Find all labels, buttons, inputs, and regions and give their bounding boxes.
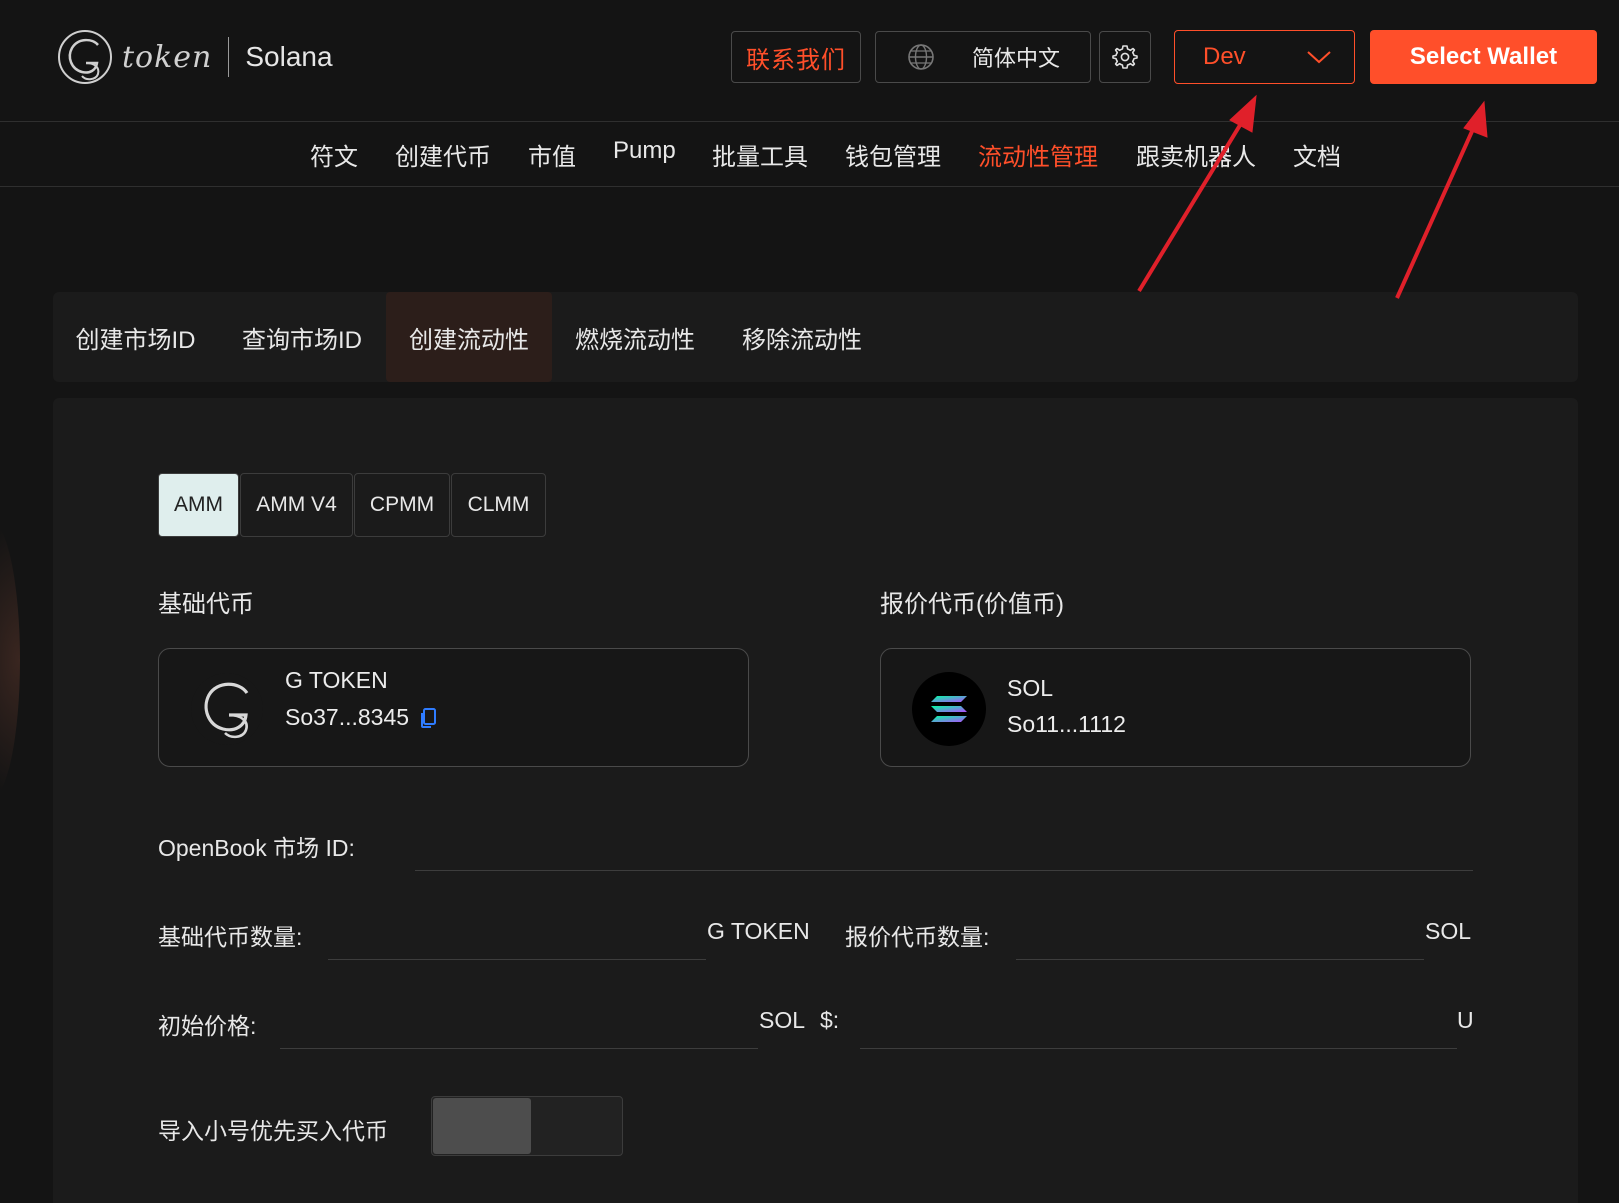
- tab-burn-liquidity[interactable]: 燃烧流动性: [552, 292, 718, 382]
- base-token-label: 基础代币: [158, 591, 254, 618]
- liquidity-subtabs: 创建市场ID 查询市场ID 创建流动性 燃烧流动性 移除流动性: [53, 292, 1578, 382]
- pool-type-selector: AMM AMM V4 CPMM CLMM: [158, 473, 547, 537]
- nav-item-copy-sell-bot[interactable]: 跟卖机器人: [1136, 137, 1256, 172]
- nav-item-create-token[interactable]: 创建代币: [395, 137, 491, 172]
- base-token-address-row: So37...8345: [285, 704, 437, 731]
- tab-remove-liquidity[interactable]: 移除流动性: [719, 292, 885, 382]
- chevron-down-icon: [1307, 51, 1331, 64]
- copy-icon[interactable]: [419, 707, 437, 729]
- logo-divider: [228, 37, 230, 77]
- initial-price-input[interactable]: [280, 1005, 758, 1049]
- nav-item-wallet-management[interactable]: 钱包管理: [845, 137, 941, 172]
- base-amount-unit: G TOKEN: [707, 918, 810, 944]
- quote-token-address: So11...1112: [1007, 711, 1126, 737]
- quote-token-name: SOL: [1007, 675, 1054, 701]
- pool-type-amm-v4[interactable]: AMM V4: [240, 473, 353, 537]
- nav-item-docs[interactable]: 文档: [1293, 137, 1341, 172]
- quote-amount-input[interactable]: [1016, 916, 1424, 960]
- nav-item-pump[interactable]: Pump: [613, 137, 676, 165]
- usd-price-unit: U: [1457, 1007, 1474, 1033]
- base-token-name: G TOKEN: [285, 667, 388, 693]
- market-id-label: OpenBook 市场 ID:: [158, 835, 355, 861]
- pool-type-amm[interactable]: AMM: [158, 473, 239, 537]
- language-label: 简体中文: [972, 46, 1061, 71]
- logo[interactable]: token Solana: [56, 28, 333, 86]
- contact-us-button[interactable]: 联系我们: [731, 31, 861, 83]
- initial-price-label: 初始价格:: [158, 1013, 257, 1039]
- language-selector[interactable]: 简体中文: [875, 31, 1091, 83]
- base-token-selector[interactable]: G TOKEN So37...8345: [158, 648, 749, 767]
- main-nav: 符文 创建代币 市值 Pump 批量工具 钱包管理 流动性管理 跟卖机器人 文档: [0, 122, 1619, 187]
- g-token-icon: [191, 673, 263, 745]
- quote-amount-label: 报价代币数量:: [845, 924, 990, 950]
- base-amount-input[interactable]: [328, 916, 706, 960]
- nav-item-market-cap[interactable]: 市值: [528, 137, 576, 172]
- tab-create-market-id[interactable]: 创建市场ID: [53, 292, 218, 382]
- settings-button[interactable]: [1099, 31, 1151, 83]
- gear-icon: [1112, 45, 1138, 69]
- quote-amount-unit: SOL: [1425, 918, 1472, 944]
- quote-token-address-row: So11...1112: [1007, 711, 1126, 738]
- market-id-input[interactable]: [415, 827, 1473, 871]
- background-glow: [0, 520, 20, 800]
- nav-item-batch-tools[interactable]: 批量工具: [712, 137, 808, 172]
- chain-name: Solana: [245, 41, 333, 72]
- pool-type-clmm[interactable]: CLMM: [451, 473, 546, 537]
- quote-token-selector[interactable]: SOL So11...1112: [880, 648, 1471, 767]
- priority-buy-label: 导入小号优先买入代币: [158, 1118, 388, 1144]
- quote-token-label: 报价代币(价值币): [880, 591, 1064, 618]
- usd-price-input[interactable]: [860, 1005, 1457, 1049]
- solana-icon: [912, 672, 986, 746]
- nav-item-liquidity-management[interactable]: 流动性管理: [978, 137, 1098, 172]
- network-select-value: Dev: [1203, 43, 1246, 70]
- nav-item-runes[interactable]: 符文: [310, 137, 358, 172]
- tab-create-liquidity[interactable]: 创建流动性: [386, 292, 552, 382]
- select-wallet-button[interactable]: Select Wallet: [1370, 30, 1597, 84]
- base-amount-label: 基础代币数量:: [158, 924, 303, 950]
- toggle-knob: [433, 1098, 531, 1154]
- base-token-address: So37...8345: [285, 704, 410, 730]
- logo-wordmark: token: [122, 39, 213, 75]
- network-select[interactable]: Dev: [1174, 30, 1355, 84]
- usd-price-label: $:: [820, 1007, 840, 1033]
- priority-buy-toggle[interactable]: [431, 1096, 623, 1156]
- globe-icon: [908, 44, 934, 70]
- g-logo-icon: [58, 30, 112, 84]
- pool-type-cpmm[interactable]: CPMM: [354, 473, 450, 537]
- tab-query-market-id[interactable]: 查询市场ID: [219, 292, 385, 382]
- initial-price-unit: SOL: [759, 1007, 806, 1033]
- top-bar: token Solana 联系我们 简体中文 Dev Select Wallet: [0, 0, 1619, 122]
